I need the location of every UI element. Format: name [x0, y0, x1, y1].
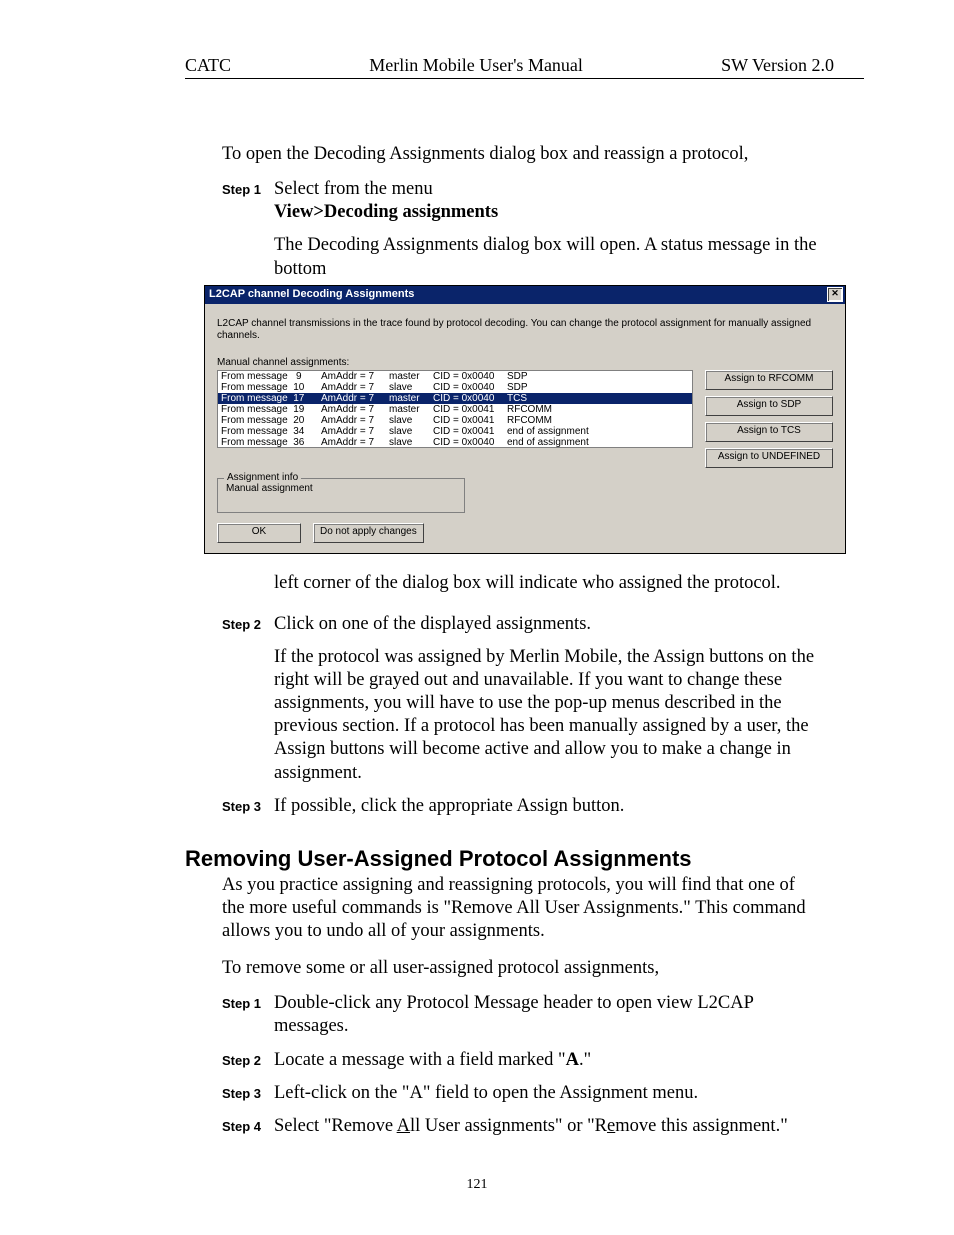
dialog-list-label: Manual channel assignments:: [217, 357, 833, 368]
dialog-intro-text: L2CAP channel transmissions in the trace…: [217, 318, 833, 343]
heading-paragraph-2: To remove some or all user-assigned prot…: [222, 957, 819, 980]
assignment-row[interactable]: From message 20AmAddr = 7slaveCID = 0x00…: [218, 415, 692, 426]
step-b-label-3: Step 3: [222, 1082, 274, 1105]
header-rule: [185, 78, 864, 79]
step-1-line1: Select from the menu: [274, 178, 819, 201]
dialog-titlebar: L2CAP channel Decoding Assignments ✕: [205, 286, 845, 304]
assignment-row[interactable]: From message 34AmAddr = 7slaveCID = 0x00…: [218, 426, 692, 437]
step-b-2-text: Locate a message with a field marked "A.…: [274, 1049, 819, 1072]
assignment-info-legend: Assignment info: [224, 472, 301, 483]
close-icon[interactable]: ✕: [827, 287, 843, 302]
step-1-menu-path: View>Decoding assignments: [274, 201, 819, 224]
step-b-4-text: Select "Remove All User assignments" or …: [274, 1115, 819, 1138]
assignment-row[interactable]: From message 17AmAddr = 7masterCID = 0x0…: [218, 393, 692, 404]
decoding-assignments-dialog: L2CAP channel Decoding Assignments ✕ L2C…: [204, 285, 846, 554]
assign-undefined-button[interactable]: Assign to UNDEFINED: [705, 448, 833, 468]
post-dialog-text: left corner of the dialog box will indic…: [274, 572, 819, 595]
assignment-row[interactable]: From message 10AmAddr = 7slaveCID = 0x00…: [218, 382, 692, 393]
assignment-row[interactable]: From message 36AmAddr = 7slaveCID = 0x00…: [218, 437, 692, 448]
step-b-label-4: Step 4: [222, 1115, 274, 1138]
section-heading: Removing User-Assigned Protocol Assignme…: [185, 846, 819, 872]
page-header: CATC Merlin Mobile User's Manual SW Vers…: [185, 55, 834, 76]
header-center: Merlin Mobile User's Manual: [369, 55, 583, 76]
step-label-1: Step 1: [222, 178, 274, 224]
intro-paragraph: To open the Decoding Assignments dialog …: [222, 143, 819, 166]
ok-button[interactable]: OK: [217, 523, 301, 543]
dialog-title: L2CAP channel Decoding Assignments: [209, 288, 414, 300]
header-left: CATC: [185, 55, 231, 76]
step-b-3-text: Left-click on the "A" field to open the …: [274, 1082, 819, 1105]
page-number: 121: [0, 1177, 954, 1193]
step-b-label-1: Step 1: [222, 992, 274, 1038]
assign-tcs-button[interactable]: Assign to TCS: [705, 422, 833, 442]
step-2-text: Click on one of the displayed assignment…: [274, 613, 819, 636]
step-3-text: If possible, click the appropriate Assig…: [274, 795, 819, 818]
assign-sdp-button[interactable]: Assign to SDP: [705, 396, 833, 416]
assignment-list[interactable]: From message 9AmAddr = 7masterCID = 0x00…: [217, 370, 693, 448]
step-label-2: Step 2: [222, 613, 274, 636]
do-not-apply-button[interactable]: Do not apply changes: [313, 523, 424, 543]
assignment-row[interactable]: From message 19AmAddr = 7masterCID = 0x0…: [218, 404, 692, 415]
step-2-after: If the protocol was assigned by Merlin M…: [274, 646, 819, 785]
step-1-after: The Decoding Assignments dialog box will…: [274, 234, 819, 280]
assignment-info-fieldset: Assignment info Manual assignment: [217, 478, 465, 513]
assignment-row[interactable]: From message 9AmAddr = 7masterCID = 0x00…: [218, 371, 692, 382]
assignment-info-text: Manual assignment: [226, 483, 456, 494]
header-right: SW Version 2.0: [721, 55, 834, 76]
step-b-label-2: Step 2: [222, 1049, 274, 1072]
step-b-1-text: Double-click any Protocol Message header…: [274, 992, 819, 1038]
step-label-3: Step 3: [222, 795, 274, 818]
heading-paragraph: As you practice assigning and reassignin…: [222, 874, 819, 943]
assign-rfcomm-button[interactable]: Assign to RFCOMM: [705, 370, 833, 390]
